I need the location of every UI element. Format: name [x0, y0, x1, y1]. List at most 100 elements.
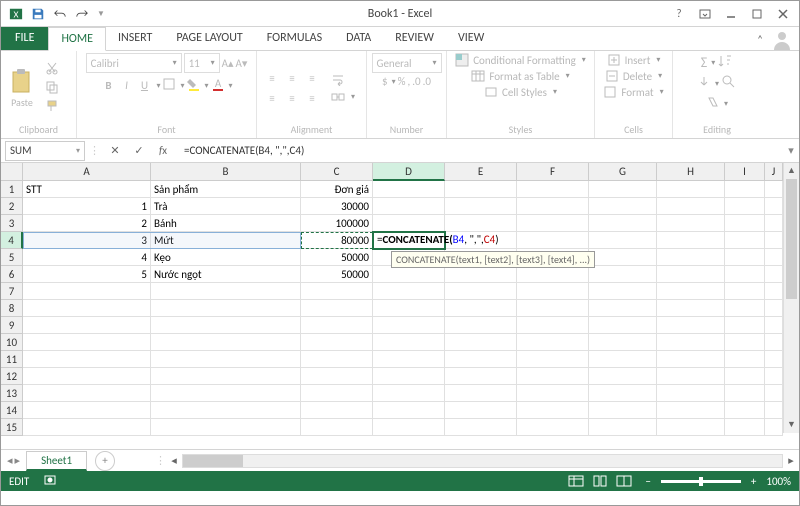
align-buttons[interactable]: ≡≡≡≡≡≡	[263, 69, 321, 107]
tab-file[interactable]: FILE	[1, 26, 48, 50]
cell[interactable]	[657, 232, 725, 249]
cell[interactable]	[765, 300, 783, 317]
select-all-button[interactable]	[1, 163, 23, 181]
cell[interactable]	[765, 198, 783, 215]
cell[interactable]	[445, 317, 517, 334]
cell[interactable]	[151, 317, 301, 334]
cell[interactable]	[657, 402, 725, 419]
cancel-formula-icon[interactable]: ✕	[106, 144, 124, 157]
row-header[interactable]: 15	[1, 419, 23, 436]
zoom-slider[interactable]	[661, 480, 741, 483]
col-header-J[interactable]: J	[765, 163, 783, 181]
cell[interactable]: 80000	[301, 232, 373, 249]
cell[interactable]	[725, 334, 765, 351]
row-header[interactable]: 12	[1, 368, 23, 385]
cell[interactable]	[445, 181, 517, 198]
conditional-formatting-button[interactable]: Conditional Formatting▾	[455, 53, 586, 67]
cell[interactable]	[373, 419, 445, 436]
row-header[interactable]: 13	[1, 385, 23, 402]
cell[interactable]	[23, 351, 151, 368]
maximize-icon[interactable]	[745, 4, 769, 24]
cell[interactable]	[725, 419, 765, 436]
scroll-thumb[interactable]	[786, 179, 797, 299]
cell[interactable]	[517, 232, 589, 249]
cell[interactable]	[765, 249, 783, 266]
cell[interactable]: 50000	[301, 266, 373, 283]
cell[interactable]	[445, 300, 517, 317]
cell[interactable]	[151, 419, 301, 436]
font-name-select[interactable]: Calibri▾	[86, 53, 182, 73]
tab-home[interactable]: HOME	[48, 27, 106, 51]
cell[interactable]	[517, 283, 589, 300]
cell[interactable]: 30000	[301, 198, 373, 215]
tab-pagelayout[interactable]: PAGE LAYOUT	[164, 26, 254, 50]
cell[interactable]	[151, 385, 301, 402]
cell[interactable]	[445, 215, 517, 232]
cell-edit-text[interactable]: =CONCATENATE(B4, ",",C4)	[377, 233, 499, 246]
cell[interactable]: Đơn giá	[301, 181, 373, 198]
row-header[interactable]: 6	[1, 266, 23, 283]
cell[interactable]	[23, 317, 151, 334]
cell[interactable]	[151, 402, 301, 419]
cell[interactable]	[657, 266, 725, 283]
cell[interactable]	[589, 385, 657, 402]
cell[interactable]	[657, 215, 725, 232]
col-header-E[interactable]: E	[445, 163, 517, 181]
cell[interactable]	[657, 181, 725, 198]
cell[interactable]	[373, 351, 445, 368]
row-header[interactable]: 1	[1, 181, 23, 198]
cell[interactable]	[23, 402, 151, 419]
fx-icon[interactable]: fx	[154, 144, 172, 157]
cell[interactable]: Sản phẩm	[151, 181, 301, 198]
currency-icon[interactable]: $	[382, 75, 388, 88]
cell[interactable]	[151, 300, 301, 317]
cell[interactable]	[589, 249, 657, 266]
row-header[interactable]: 5	[1, 249, 23, 266]
cell[interactable]	[589, 232, 657, 249]
col-header-C[interactable]: C	[301, 163, 373, 181]
row-header[interactable]: 7	[1, 283, 23, 300]
cell[interactable]: Mứt	[151, 232, 301, 249]
worksheet-grid[interactable]: ABCDEFGHIJ 1STTSản phẩmĐơn giá21Trà30000…	[1, 163, 799, 449]
cell[interactable]	[517, 181, 589, 198]
enter-formula-icon[interactable]: ✓	[130, 144, 148, 157]
cell[interactable]	[517, 317, 589, 334]
row-header[interactable]: 9	[1, 317, 23, 334]
cell[interactable]	[301, 300, 373, 317]
undo-icon[interactable]	[51, 5, 69, 23]
merge-button[interactable]: ▾	[331, 90, 355, 104]
cell[interactable]	[589, 181, 657, 198]
help-icon[interactable]: ?	[667, 4, 691, 24]
delete-cells-button[interactable]: Delete▾	[605, 69, 662, 83]
border-icon[interactable]	[162, 77, 176, 94]
cell[interactable]	[23, 385, 151, 402]
col-header-I[interactable]: I	[725, 163, 765, 181]
col-header-D[interactable]: D	[373, 163, 445, 181]
zoom-out-icon[interactable]: −	[645, 475, 650, 488]
cell[interactable]	[301, 334, 373, 351]
format-as-table-button[interactable]: Format as Table▾	[471, 69, 569, 83]
cell[interactable]	[725, 368, 765, 385]
name-box[interactable]: SUM▾	[5, 141, 85, 161]
cell[interactable]	[517, 419, 589, 436]
cell[interactable]: 2	[23, 215, 151, 232]
cell[interactable]	[725, 198, 765, 215]
cell[interactable]: 1	[23, 198, 151, 215]
cell[interactable]	[589, 368, 657, 385]
font-color-icon[interactable]: A	[211, 77, 225, 94]
cell[interactable]	[151, 334, 301, 351]
cell[interactable]	[725, 266, 765, 283]
row-header[interactable]: 4	[1, 232, 23, 249]
fill-icon[interactable]	[697, 75, 711, 92]
cell[interactable]	[765, 368, 783, 385]
cell[interactable]	[373, 317, 445, 334]
view-pagebreak-icon[interactable]	[613, 473, 635, 489]
cell[interactable]: STT	[23, 181, 151, 198]
cell[interactable]	[589, 283, 657, 300]
cell[interactable]	[517, 266, 589, 283]
close-icon[interactable]	[771, 4, 795, 24]
col-header-B[interactable]: B	[151, 163, 301, 181]
tab-formulas[interactable]: FORMULAS	[255, 26, 334, 50]
cell[interactable]	[657, 198, 725, 215]
cell[interactable]	[657, 419, 725, 436]
